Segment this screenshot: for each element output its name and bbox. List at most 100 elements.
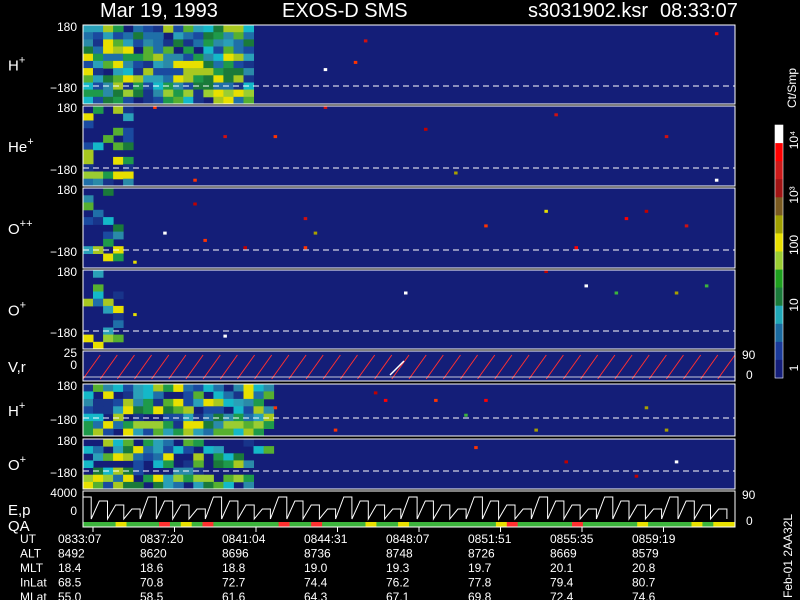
spectrogram-cell	[153, 428, 164, 437]
spectrogram-cell	[83, 60, 94, 69]
qa-cell	[474, 522, 486, 527]
spectrogram-cell	[133, 384, 144, 392]
spectrogram-cell	[213, 406, 224, 415]
spectrogram-cell	[83, 460, 94, 468]
spectrogram-cell	[83, 391, 94, 400]
spectrogram-cell	[173, 421, 184, 429]
spectrogram-cell	[83, 334, 94, 343]
qa-cell	[550, 522, 562, 527]
spectrogram-cell	[83, 195, 94, 204]
qa-cell	[419, 522, 432, 527]
spectrogram-cell	[203, 421, 214, 429]
spectrogram-cell	[203, 46, 214, 55]
spectrogram-cell	[163, 398, 174, 407]
panel-label: O+	[8, 300, 26, 320]
spectrogram-cell	[143, 439, 154, 447]
qa-cell	[246, 522, 258, 527]
spectrogram-cell	[113, 398, 124, 407]
spectrogram-cell	[243, 398, 254, 407]
spectrogram-cell	[83, 178, 94, 187]
spectrogram-cell	[133, 406, 144, 415]
spectrogram-cell	[193, 453, 204, 461]
spectrogram-cell	[123, 428, 134, 437]
footer-cell: 19.0	[304, 561, 328, 575]
spectrogram-cell	[213, 481, 224, 490]
panel-label: E,p	[8, 502, 31, 519]
qa-cell	[387, 522, 399, 527]
spectrogram-cell	[123, 96, 134, 105]
spectrogram-cell	[123, 474, 134, 483]
spectrogram-cell	[203, 53, 214, 62]
spectrogram-cell	[183, 60, 194, 69]
spectrogram-cell	[143, 75, 154, 83]
spectrogram-cell	[93, 474, 104, 483]
spectrogram-cell	[93, 421, 104, 429]
spectrogram-cell	[143, 46, 154, 55]
spectrogram-cell	[83, 398, 94, 407]
spectrogram-cell	[93, 453, 104, 461]
qa-cell	[126, 522, 138, 527]
spectrogram-cell	[83, 46, 94, 55]
spectrogram-cell	[103, 453, 114, 461]
spectrogram-cell	[143, 453, 154, 461]
colorbar-level	[775, 161, 783, 180]
spectrogram-cell	[113, 453, 124, 461]
spectrogram-cell	[93, 171, 104, 180]
spectrogram-cell	[624, 217, 629, 221]
spectrogram-cell	[243, 428, 254, 437]
spectrogram-cell	[243, 391, 254, 400]
spectrogram-cell	[153, 96, 164, 105]
qa-cell	[495, 522, 508, 527]
spectrogram-cell	[193, 481, 204, 490]
spectrogram-cell	[153, 89, 164, 98]
spectrogram-cell	[213, 421, 224, 429]
spectrogram-cell	[123, 39, 134, 48]
panel-label: O++	[8, 218, 33, 238]
spectrogram-cell	[213, 68, 224, 76]
spectrogram-cell	[93, 406, 104, 415]
spectrogram-cell	[103, 439, 114, 447]
spectrogram-cell	[253, 428, 264, 437]
colorbar-tick: 10	[787, 298, 800, 312]
footer-cell: 20.1	[550, 561, 574, 575]
spectrogram-cell	[193, 398, 204, 407]
spectrogram-cell	[223, 60, 234, 69]
spectrogram-cell	[173, 89, 184, 98]
spectrogram-cell	[193, 25, 204, 33]
spectrogram-cell	[303, 246, 308, 250]
spectrogram-cell	[233, 32, 244, 40]
spectrogram-cell	[193, 96, 204, 105]
spectrogram-cell	[153, 446, 164, 454]
spectrogram-cell	[233, 68, 244, 76]
spectrogram-cell	[173, 474, 184, 483]
qa-cell	[637, 522, 649, 527]
spectrogram-cell	[133, 481, 144, 490]
spectrogram-cell	[103, 474, 114, 483]
footer-cell: 80.7	[632, 576, 656, 590]
spectrogram-cell	[243, 96, 254, 105]
spectrogram-cell	[193, 75, 204, 83]
footer-cell: 18.4	[58, 561, 82, 575]
spectrogram-cell	[233, 89, 244, 98]
spectrogram-cell	[243, 75, 254, 83]
spectrogram-cell	[93, 481, 104, 490]
spectrogram-cell	[123, 446, 134, 454]
spectrogram-cell	[93, 89, 104, 98]
qa-cell	[658, 522, 671, 527]
spectrogram-cell	[123, 142, 134, 151]
spectrogram-cell	[243, 474, 254, 483]
spectrogram-cell	[534, 428, 538, 432]
spectrogram-cell	[93, 96, 104, 105]
spectrogram-cell	[133, 453, 144, 461]
spectrogram-cell	[103, 398, 114, 407]
spectrogram-cell	[163, 421, 174, 429]
colorbar-level	[775, 143, 783, 162]
spectrogram-cell	[173, 53, 184, 62]
spectrogram-cell	[203, 60, 214, 69]
spectrogram-cell	[133, 25, 144, 33]
spectrogram-cell	[243, 421, 254, 429]
colorbar-level	[775, 215, 783, 234]
spectrogram-cell	[434, 398, 438, 402]
header-file: s3031902.ksr	[528, 0, 648, 22]
spectrogram-cell	[123, 178, 134, 187]
